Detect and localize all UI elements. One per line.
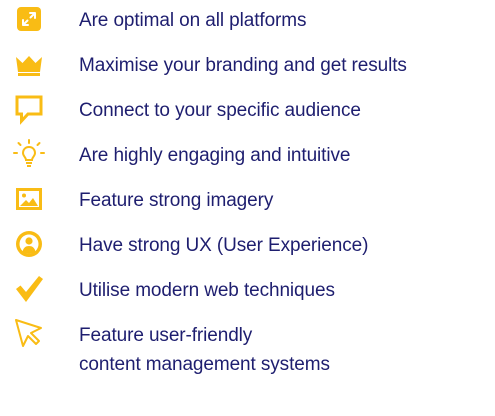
image-icon: [13, 183, 45, 215]
feature-list: Are optimal on all platforms Maximise yo…: [0, 0, 495, 416]
feature-label: Utilise modern web techniques: [79, 280, 335, 301]
checkmark-icon: [13, 273, 45, 305]
feature-item-platforms: Are optimal on all platforms: [0, 0, 495, 40]
feature-label: Connect to your specific audience: [79, 100, 361, 121]
feature-item-branding: Maximise your branding and get results: [0, 45, 495, 85]
feature-label-line: Feature user-friendly: [79, 325, 253, 346]
user-circle-icon: [13, 228, 45, 260]
feature-item-cms: Feature user-friendly content management…: [0, 315, 495, 385]
speech-bubble-icon: [13, 93, 45, 125]
feature-item-imagery: Feature strong imagery: [0, 180, 495, 220]
resize-expand-icon: [13, 3, 45, 35]
feature-label: Have strong UX (User Experience): [79, 235, 369, 256]
feature-label: Feature strong imagery: [79, 190, 274, 211]
feature-item-audience: Connect to your specific audience: [0, 90, 495, 130]
feature-item-ux: Have strong UX (User Experience): [0, 225, 495, 265]
feature-item-engaging: Are highly engaging and intuitive: [0, 135, 495, 175]
crown-icon: [13, 48, 45, 80]
feature-label: Maximise your branding and get results: [79, 55, 407, 76]
feature-item-techniques: Utilise modern web techniques: [0, 270, 495, 310]
feature-label: Are optimal on all platforms: [79, 10, 307, 31]
feature-label-line: content management systems: [79, 354, 330, 375]
cursor-pointer-icon: [13, 317, 45, 349]
feature-label-multiline: Feature user-friendly content management…: [79, 321, 330, 379]
lightbulb-icon: [13, 138, 45, 170]
feature-label: Are highly engaging and intuitive: [79, 145, 351, 166]
